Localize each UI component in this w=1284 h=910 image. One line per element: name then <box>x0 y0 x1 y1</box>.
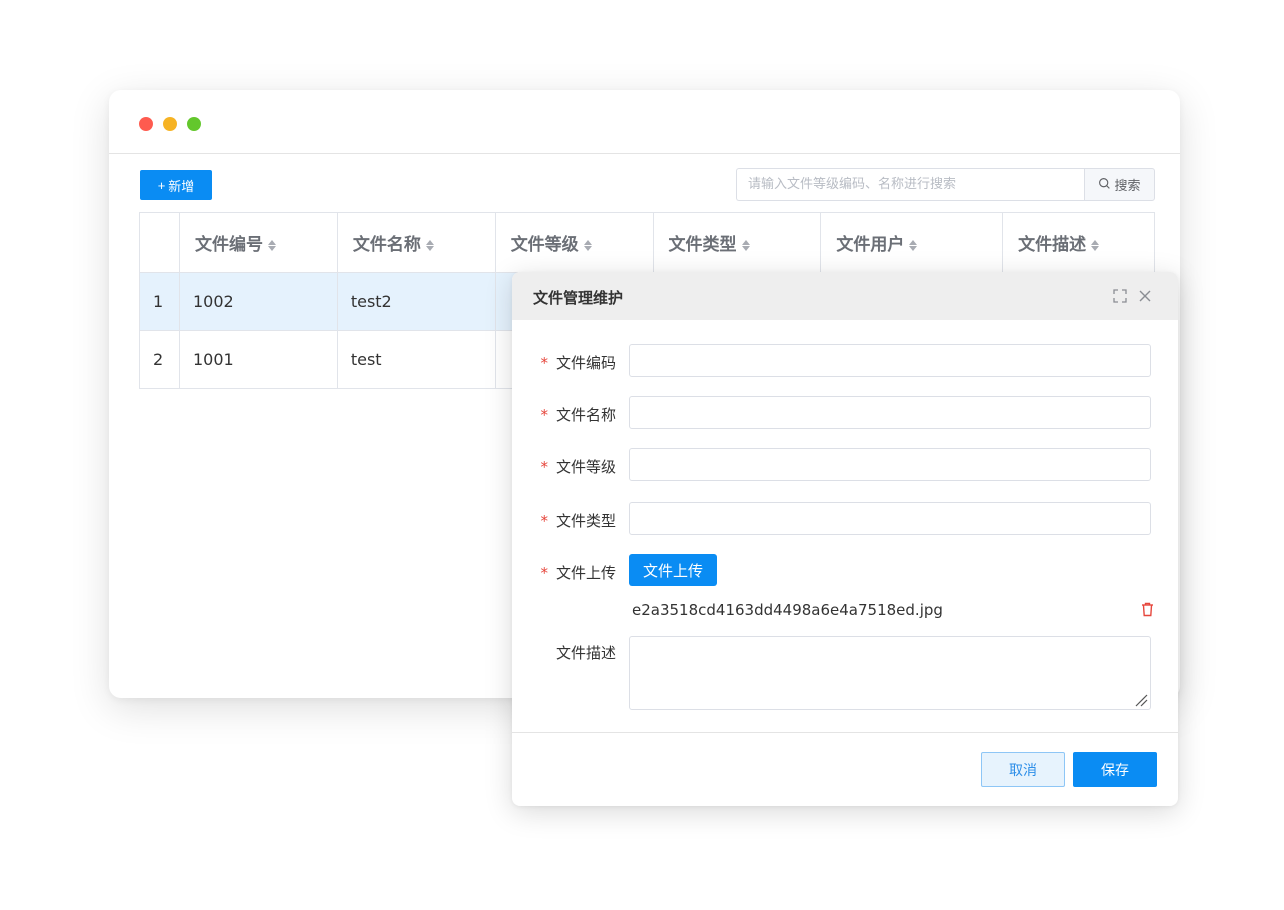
cell-code: 1001 <box>178 330 338 389</box>
index-column-header <box>139 212 180 273</box>
cell-code: 1002 <box>178 272 338 331</box>
upload-button[interactable]: 文件上传 <box>629 554 717 586</box>
name-input[interactable] <box>629 396 1151 429</box>
sort-icon[interactable] <box>267 239 276 251</box>
plus-icon: + <box>157 177 166 193</box>
resize-grip-icon[interactable] <box>1132 691 1148 707</box>
search-icon <box>1098 177 1111 193</box>
column-header-name[interactable]: 文件名称 <box>336 212 496 273</box>
dialog-footer: 取消 保存 <box>512 732 1178 806</box>
row-index: 2 <box>139 330 180 389</box>
table-header-row: 文件编号 文件名称 文件等级 文件类型 文件用户 文件描述 <box>139 212 1155 273</box>
sort-icon[interactable] <box>741 239 750 251</box>
column-header-label: 文件类型 <box>668 235 737 255</box>
sort-icon[interactable] <box>909 239 918 251</box>
search-input[interactable] <box>736 168 1085 201</box>
field-label-level: * 文件等级 <box>540 456 616 477</box>
cell-name: test <box>336 330 496 389</box>
column-header-label: 文件名称 <box>352 235 421 255</box>
search-button-label: 搜索 <box>1114 178 1141 193</box>
column-header-user[interactable]: 文件用户 <box>820 212 1004 273</box>
column-header-level[interactable]: 文件等级 <box>494 212 654 273</box>
close-window-dot[interactable] <box>139 117 153 131</box>
description-textarea[interactable] <box>629 636 1151 710</box>
dialog-header: 文件管理维护 <box>512 272 1178 320</box>
sort-icon[interactable] <box>583 239 592 251</box>
sort-icon[interactable] <box>425 239 434 251</box>
field-label-desc: 文件描述 <box>555 644 616 662</box>
trash-icon[interactable] <box>1141 602 1154 617</box>
maximize-icon[interactable] <box>1112 288 1128 304</box>
type-input[interactable] <box>629 502 1151 535</box>
required-mark: * <box>540 458 548 476</box>
column-header-label: 文件用户 <box>836 235 905 255</box>
column-header-label: 文件编号 <box>194 235 263 255</box>
field-label-upload: * 文件上传 <box>540 562 616 583</box>
field-label-text: 文件等级 <box>555 458 616 476</box>
field-label-text: 文件名称 <box>555 406 616 424</box>
column-header-label: 文件描述 <box>1018 235 1087 255</box>
uploaded-file-name: e2a3518cd4163dd4498a6e4a7518ed.jpg <box>632 601 943 619</box>
save-button[interactable]: 保存 <box>1073 752 1157 787</box>
required-mark: * <box>540 354 548 372</box>
code-input[interactable] <box>629 344 1151 377</box>
search-button[interactable]: 搜索 <box>1084 168 1155 201</box>
field-label-code: * 文件编码 <box>540 352 616 373</box>
column-header-desc[interactable]: 文件描述 <box>1002 212 1155 273</box>
required-mark: * <box>540 512 548 530</box>
file-maintenance-dialog: 文件管理维护 * 文件编码 * 文件名称 * 文件等级 * 文件类型 * 文件上传 文件上… <box>512 272 1178 806</box>
field-label-text: 文件编码 <box>555 354 616 372</box>
add-button-label: 新增 <box>168 178 195 194</box>
title-bar <box>109 90 1180 154</box>
dialog-title: 文件管理维护 <box>533 289 624 307</box>
add-button[interactable]: + 新增 <box>140 170 212 200</box>
minimize-window-dot[interactable] <box>163 117 177 131</box>
row-index: 1 <box>139 272 180 331</box>
column-header-label: 文件等级 <box>510 235 579 255</box>
field-label-text: 文件上传 <box>555 564 616 582</box>
level-input[interactable] <box>629 448 1151 481</box>
cancel-button[interactable]: 取消 <box>981 752 1065 787</box>
required-mark: * <box>540 564 548 582</box>
required-mark: * <box>540 406 548 424</box>
sort-icon[interactable] <box>1091 239 1100 251</box>
close-icon[interactable] <box>1137 288 1153 304</box>
cell-name: test2 <box>336 272 496 331</box>
column-header-code[interactable]: 文件编号 <box>178 212 338 273</box>
column-header-type[interactable]: 文件类型 <box>652 212 822 273</box>
field-label-text: 文件类型 <box>555 512 616 530</box>
zoom-window-dot[interactable] <box>187 117 201 131</box>
field-label-name: * 文件名称 <box>540 404 616 425</box>
field-label-type: * 文件类型 <box>540 510 616 531</box>
